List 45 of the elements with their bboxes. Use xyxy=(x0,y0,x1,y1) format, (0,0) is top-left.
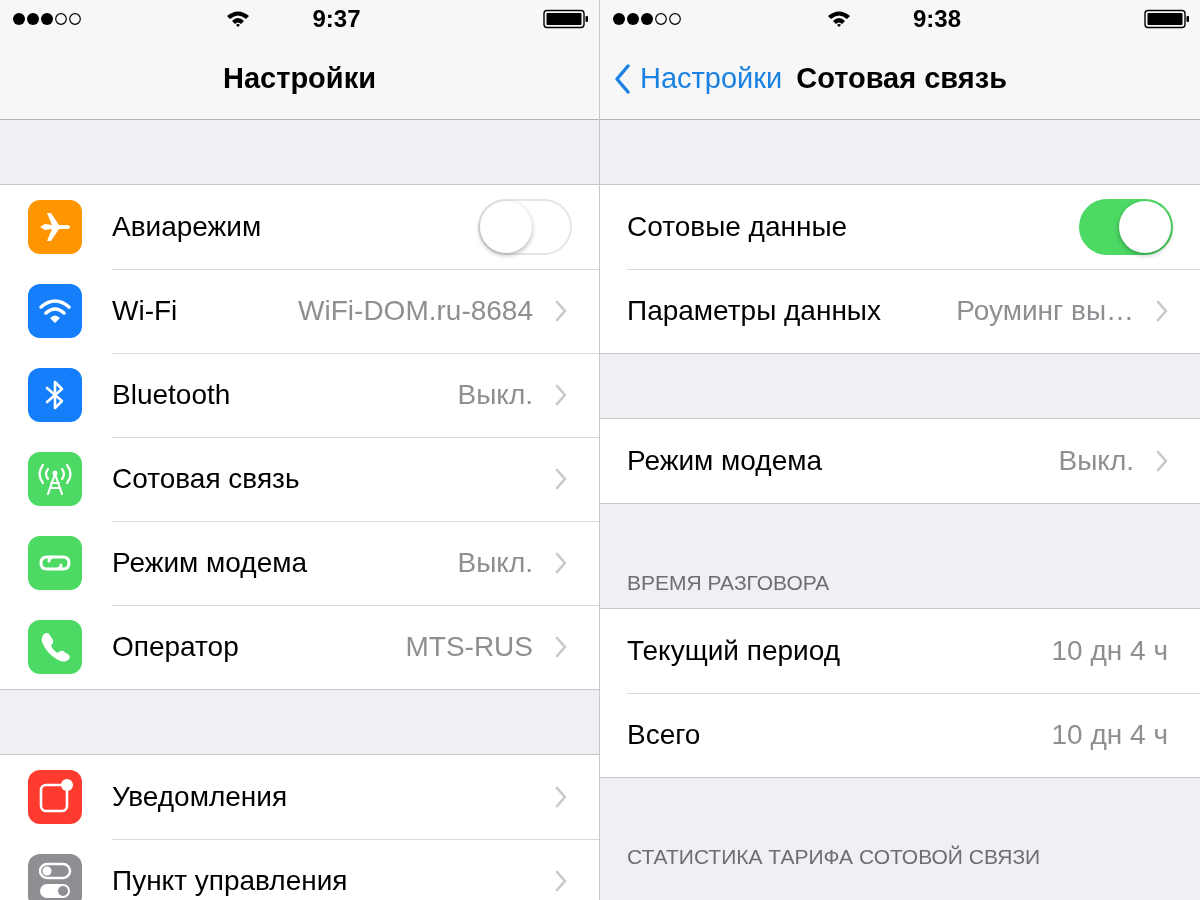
signal-icon xyxy=(612,12,684,26)
setting-value: Выкл. xyxy=(457,546,533,579)
setting-value: 10 дн 4 ч xyxy=(1051,634,1168,667)
setting-value: MTS-RUS xyxy=(405,631,533,663)
setting-label[interactable]: Bluetooth xyxy=(112,378,444,411)
back-chevron-icon xyxy=(614,63,630,94)
setting-label[interactable]: Режим модема xyxy=(112,546,444,579)
setting-label[interactable]: Wi-Fi xyxy=(112,294,285,327)
setting-label: Текущий период xyxy=(627,634,841,667)
signal-icon xyxy=(12,12,84,26)
chevron-icon xyxy=(555,785,567,808)
chevron-icon xyxy=(1156,450,1168,472)
chevron-icon xyxy=(555,870,567,892)
setting-value: 10 дн 4 ч xyxy=(1051,719,1168,751)
setting-value: Роуминг вы… xyxy=(956,295,1134,327)
battery-icon xyxy=(543,9,589,29)
setting-label[interactable]: Режим модема xyxy=(627,445,1045,477)
setting-label[interactable]: Параметры данных xyxy=(627,295,943,327)
chevron-icon xyxy=(555,299,567,322)
chevron-icon xyxy=(1156,300,1168,322)
setting-label[interactable]: Пункт управления xyxy=(112,865,533,897)
chevron-icon xyxy=(555,636,567,658)
setting-value: Выкл. xyxy=(1058,445,1134,477)
chevron-icon xyxy=(555,551,567,574)
setting-label[interactable]: Авиарежим xyxy=(112,210,464,243)
status-time: 9:38 xyxy=(912,5,961,33)
section-header: ВРЕМЯ РАЗГОВОРА xyxy=(627,571,830,595)
setting-label: Всего xyxy=(627,719,702,751)
wifi-icon xyxy=(826,10,851,28)
setting-value: WiFi-DOM.ru-8684 xyxy=(298,294,533,327)
chevron-icon xyxy=(555,383,567,406)
screen-title: Сотовая связь xyxy=(796,62,1007,95)
back-link[interactable]: Настройки xyxy=(614,62,783,95)
setting-label[interactable]: Сотовые данные xyxy=(627,210,1065,243)
setting-value: Выкл. xyxy=(457,378,533,411)
setting-label[interactable]: Оператор xyxy=(112,631,392,663)
setting-label[interactable]: Сотовая связь xyxy=(112,462,533,495)
chevron-icon xyxy=(555,467,567,490)
battery-icon xyxy=(1144,9,1190,29)
setting-label[interactable]: Уведомления xyxy=(112,780,533,813)
status-time: 9:37 xyxy=(312,5,361,33)
wifi-icon xyxy=(226,10,251,28)
toggle-switch[interactable] xyxy=(1079,198,1173,255)
screen-title: Настройки xyxy=(223,62,376,95)
section-header: СТАТИСТИКА ТАРИФА СОТОВОЙ СВЯЗИ xyxy=(627,845,1041,869)
